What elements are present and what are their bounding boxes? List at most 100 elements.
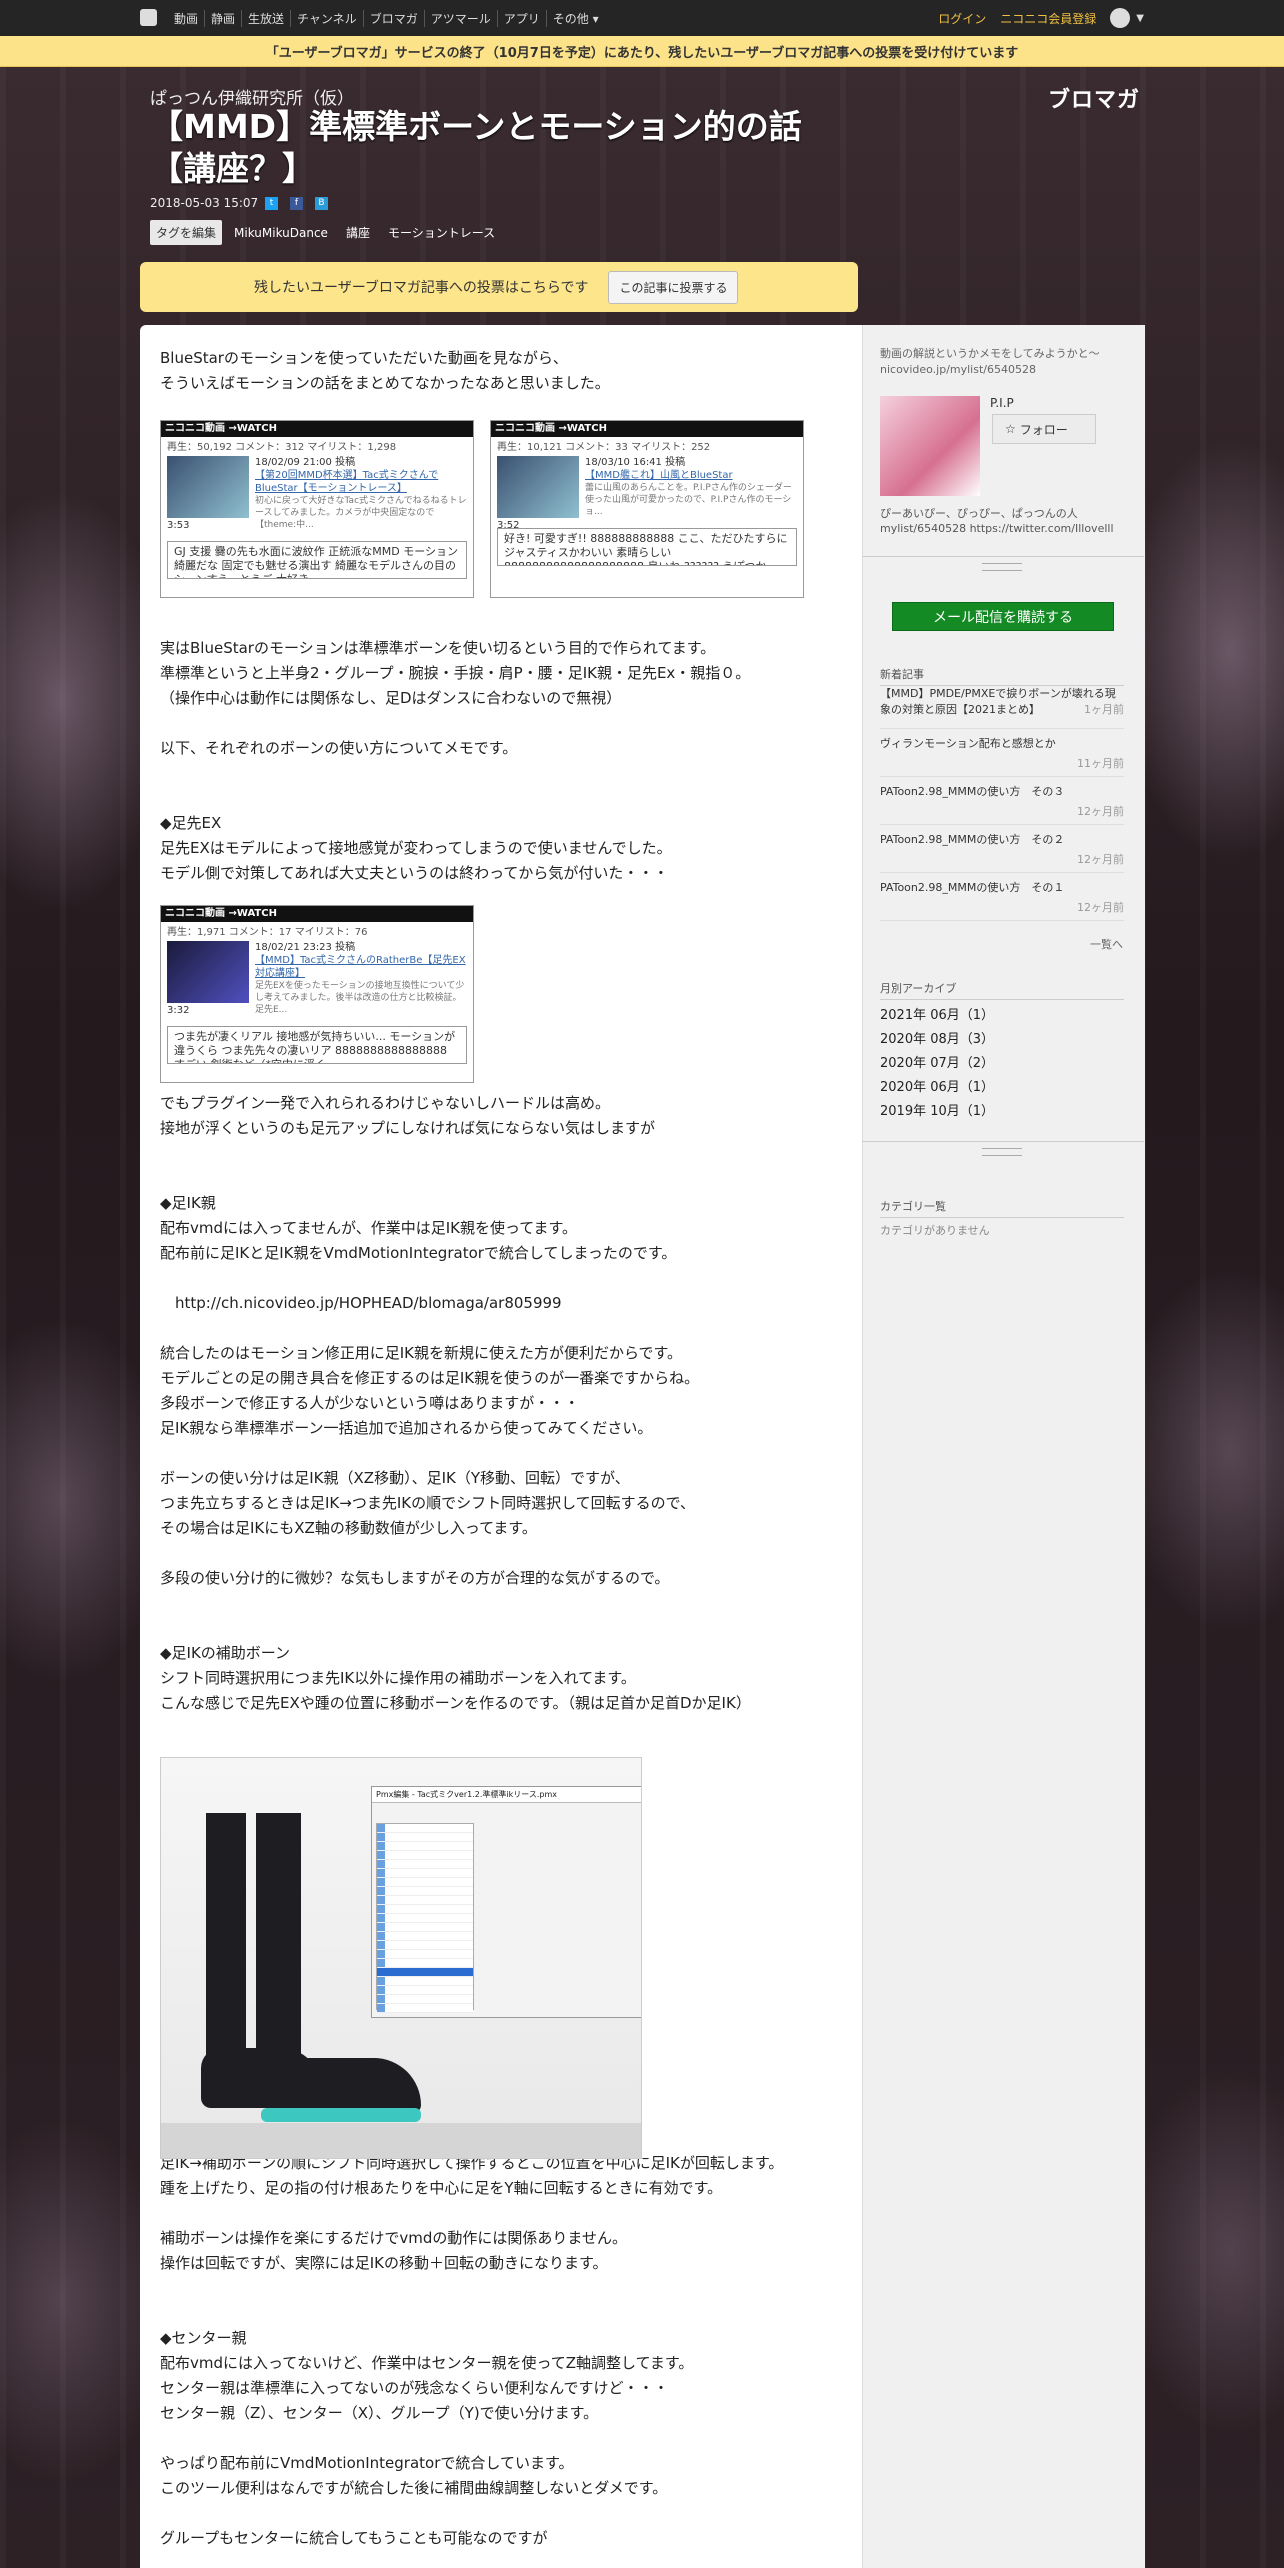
recent-article-title: PAToon2.98_MMMの使い方 その２ bbox=[880, 833, 1065, 846]
hatena-share-icon[interactable]: B bbox=[315, 197, 328, 210]
video-thumbnail[interactable]: 3:53 bbox=[167, 456, 249, 531]
recent-article-item[interactable]: PAToon2.98_MMMの使い方 その３ 12ヶ月前 bbox=[880, 784, 1124, 825]
author-bio: ぴーあいぴー、ぴっぴー、ぱっつんの人 mylist/6540528 https:… bbox=[880, 507, 1114, 535]
article-title: 【MMD】準標準ボーンとモーション的の話【講座？】 bbox=[150, 107, 802, 188]
article-paragraph: 統合したのはモーション修正用に足IK親を新規に使えた方が便利だからです。 モデル… bbox=[160, 1344, 700, 1437]
category-heading: カテゴリ一覧 bbox=[880, 1198, 1124, 1218]
archive-item[interactable]: 2021年 06月（1） bbox=[880, 1004, 994, 1023]
niconico-logo-icon[interactable] bbox=[140, 9, 157, 26]
subscribe-button[interactable]: メール配信を購読する bbox=[892, 602, 1114, 631]
pmx-editor-screenshot: Pmx編集 - Tac式ミクver1.2.準標準ikリース.pmx bbox=[160, 1757, 642, 2159]
sidebar bbox=[862, 325, 1145, 2568]
twitter-share-icon[interactable]: t bbox=[265, 197, 278, 210]
video-length: 3:52 bbox=[497, 520, 520, 531]
video-comments: 好き! 可愛すぎ!! 888888888888 ここ、ただひたすらに ジャスティ… bbox=[497, 528, 797, 566]
article-paragraph: BlueStarのモーションを使っていただいた動画を見ながら、 そういえばモーシ… bbox=[160, 349, 610, 392]
author-avatar[interactable] bbox=[880, 396, 980, 496]
article-datetime: 2018-05-03 15:07 bbox=[150, 196, 259, 210]
recent-article-title: ヴィランモーション配布と感想とか bbox=[880, 737, 1056, 750]
nav-link-atsumaru[interactable]: アツマール bbox=[425, 9, 498, 27]
video-thumbnail[interactable]: 3:52 bbox=[497, 456, 579, 531]
nav-link-video[interactable]: 動画 bbox=[168, 9, 206, 27]
video-date: 18/02/09 21:00 投稿 bbox=[255, 457, 356, 468]
video-embed[interactable]: ニコニコ動画 →WATCH 再生：50,192 コメント：312 マイリスト：1… bbox=[160, 420, 474, 598]
video-embed[interactable]: ニコニコ動画 →WATCH 再生：10,121 コメント：33 マイリスト：25… bbox=[490, 420, 804, 598]
login-link[interactable]: ログイン bbox=[938, 10, 986, 27]
nav-link-blomaga[interactable]: ブロマガ bbox=[364, 9, 425, 27]
facebook-share-icon[interactable]: f bbox=[290, 197, 303, 210]
collapse-handle-icon[interactable] bbox=[982, 1148, 1022, 1156]
video-description: 蕾に山風のあらんことを。P.I.Pさん作のシェーダー使った山風が可愛かったので、… bbox=[585, 483, 792, 517]
pmx-window-title: Pmx編集 - Tac式ミクver1.2.準標準ikリース.pmx bbox=[372, 1787, 641, 1803]
tag-koza[interactable]: 講座 bbox=[346, 224, 370, 241]
recent-article-time: 12ヶ月前 bbox=[1077, 805, 1124, 818]
tag-mikumikudance[interactable]: MikuMikuDance bbox=[234, 226, 328, 240]
embed-header[interactable]: ニコニコ動画 →WATCH bbox=[491, 421, 803, 437]
signup-link[interactable]: ニコニコ会員登録 bbox=[1000, 10, 1096, 27]
video-date: 18/02/21 23:23 投稿 bbox=[255, 942, 356, 953]
archive-item[interactable]: 2020年 06月（1） bbox=[880, 1076, 994, 1095]
embed-stats: 再生：10,121 コメント：33 マイリスト：252 bbox=[497, 442, 711, 453]
nav-link-app[interactable]: アプリ bbox=[498, 9, 547, 27]
article-section-footik: ◆足IK親 配布vmdには入ってませんが、作業中は足IK親を使ってます。 配布前… bbox=[160, 1194, 677, 1262]
nav-link-more[interactable]: その他 ▾ bbox=[547, 10, 605, 27]
recent-article-time: 11ヶ月前 bbox=[1077, 757, 1124, 770]
video-thumbnail[interactable]: 3:32 bbox=[167, 941, 249, 1016]
sidebar-divider bbox=[862, 1141, 1144, 1142]
recent-article-item[interactable]: 【MMD】PMDE/PMXEで捩りボーンが壊れる現象の対策と原因【2021まとめ… bbox=[880, 686, 1124, 729]
article-paragraph: 補助ボーンは操作を楽にするだけでvmdの動作には関係ありません。 操作は回転です… bbox=[160, 2229, 627, 2272]
tag-motion-trace[interactable]: モーショントレース bbox=[388, 224, 495, 241]
video-comments: つま先が凄くリアル 接地感が気持ちいい... モーションが違うくら つま先先々の… bbox=[167, 1026, 467, 1064]
nav-link-live[interactable]: 生放送 bbox=[242, 9, 292, 27]
article-section-center-parent: ◆センター親 配布vmdには入ってないけど、作業中はセンター親を使ってZ軸調整し… bbox=[160, 2329, 694, 2422]
video-length: 3:32 bbox=[167, 1005, 190, 1016]
tag-edit-button[interactable]: タグを編集 bbox=[150, 220, 223, 245]
video-description: 足先EXを使ったモーションの接地互換性について少し考えてみました。後半は改造の仕… bbox=[255, 981, 465, 1015]
embed-stats: 再生：50,192 コメント：312 マイリスト：1,298 bbox=[167, 442, 397, 453]
article-section-footex: ◆足先EX 足先EXはモデルによって接地感覚が変わってしまうので使いませんでした… bbox=[160, 814, 672, 882]
recent-article-item[interactable]: ヴィランモーション配布と感想とか 11ヶ月前 bbox=[880, 736, 1124, 777]
video-length: 3:53 bbox=[167, 520, 190, 531]
recent-more-link[interactable]: 一覧へ bbox=[1090, 936, 1123, 952]
video-title-link[interactable]: 【MMD】Tac式ミクさんのRatherBe【足先EX対応講座】 bbox=[255, 954, 467, 980]
video-title-link[interactable]: 【MMD艦これ】山風とBlueStar bbox=[585, 469, 797, 482]
pmx-edit-window: Pmx編集 - Tac式ミクver1.2.準標準ikリース.pmx bbox=[371, 1786, 641, 2018]
article-link[interactable]: http://ch.nicovideo.jp/HOPHEAD/blomaga/a… bbox=[160, 1291, 840, 1316]
follow-button[interactable]: ☆ フォロー bbox=[992, 414, 1096, 444]
nav-links: 動画 静画 生放送 チャンネル ブロマガ アツマール アプリ その他 ▾ bbox=[168, 0, 605, 36]
recent-article-time: 12ヶ月前 bbox=[1077, 901, 1124, 914]
article-body: BlueStarのモーションを使っていただいた動画を見ながら、 そういえばモーシ… bbox=[160, 346, 840, 2551]
author-name[interactable]: P.I.P bbox=[990, 396, 1014, 410]
recent-article-title: PAToon2.98_MMMの使い方 その１ bbox=[880, 881, 1065, 894]
bone-list bbox=[376, 1823, 474, 2013]
embed-header[interactable]: ニコニコ動画 →WATCH bbox=[161, 421, 473, 437]
archive-heading: 月別アーカイブ bbox=[880, 980, 1124, 1000]
recent-article-time: 12ヶ月前 bbox=[1077, 853, 1124, 866]
nav-link-channel[interactable]: チャンネル bbox=[291, 9, 364, 27]
archive-item[interactable]: 2019年 10月（1） bbox=[880, 1100, 994, 1119]
recent-article-item[interactable]: PAToon2.98_MMMの使い方 その１ 12ヶ月前 bbox=[880, 880, 1124, 921]
chevron-down-icon[interactable]: ▼ bbox=[1136, 13, 1144, 24]
service-end-notice[interactable]: 「ユーザーブロマガ」サービスの終了（10月7日を予定）にあたり、残したいユーザー… bbox=[0, 36, 1284, 67]
article-paragraph: グループもセンターに統合してもうことも可能なのですが bbox=[160, 2529, 548, 2547]
vote-button[interactable]: この記事に投票する bbox=[608, 270, 739, 304]
sidebar-blog-description: 動画の解説というかメモをしてみようかと～ nicovideo.jp/mylist… bbox=[880, 347, 1100, 376]
embed-header[interactable]: ニコニコ動画 →WATCH bbox=[161, 906, 473, 922]
collapse-handle-icon[interactable] bbox=[982, 563, 1022, 571]
video-description: 初心に戻って大好きなTac式ミクさんでねるねるトレースしてみました。カメラが中央… bbox=[255, 496, 467, 530]
archive-item[interactable]: 2020年 07月（2） bbox=[880, 1052, 994, 1071]
tag-row: タグを編集 MikuMikuDance 講座 モーショントレース bbox=[150, 220, 513, 245]
user-avatar-icon[interactable] bbox=[1110, 8, 1131, 28]
top-nav: 動画 静画 生放送 チャンネル ブロマガ アツマール アプリ その他 ▾ ログイ… bbox=[0, 0, 1284, 36]
blomaga-logo[interactable]: ブロマガ bbox=[1048, 82, 1140, 114]
embed-stats: 再生：1,971 コメント：17 マイリスト：76 bbox=[167, 927, 368, 938]
recent-article-item[interactable]: PAToon2.98_MMMの使い方 その２ 12ヶ月前 bbox=[880, 832, 1124, 873]
vote-box: 残したいユーザーブロマガ記事への投票はこちらです この記事に投票する bbox=[140, 262, 858, 312]
video-title-link[interactable]: 【第20回MMD杯本選】Tac式ミクさんでBlueStar【モーショントレース】 bbox=[255, 469, 467, 495]
video-comments: GJ 支援 爨の先も水面に波紋作 正統派なMMD モーション綺麗だな 固定でも魅… bbox=[167, 541, 467, 579]
video-embed[interactable]: ニコニコ動画 →WATCH 再生：1,971 コメント：17 マイリスト：76 … bbox=[160, 905, 474, 1083]
archive-item[interactable]: 2020年 08月（3） bbox=[880, 1028, 994, 1047]
nav-link-seiga[interactable]: 静画 bbox=[205, 9, 243, 27]
category-empty-text: カテゴリがありません bbox=[880, 1224, 990, 1237]
article-paragraph: やっぱり配布前にVmdMotionIntegratorで統合しています。 このツ… bbox=[160, 2454, 668, 2497]
